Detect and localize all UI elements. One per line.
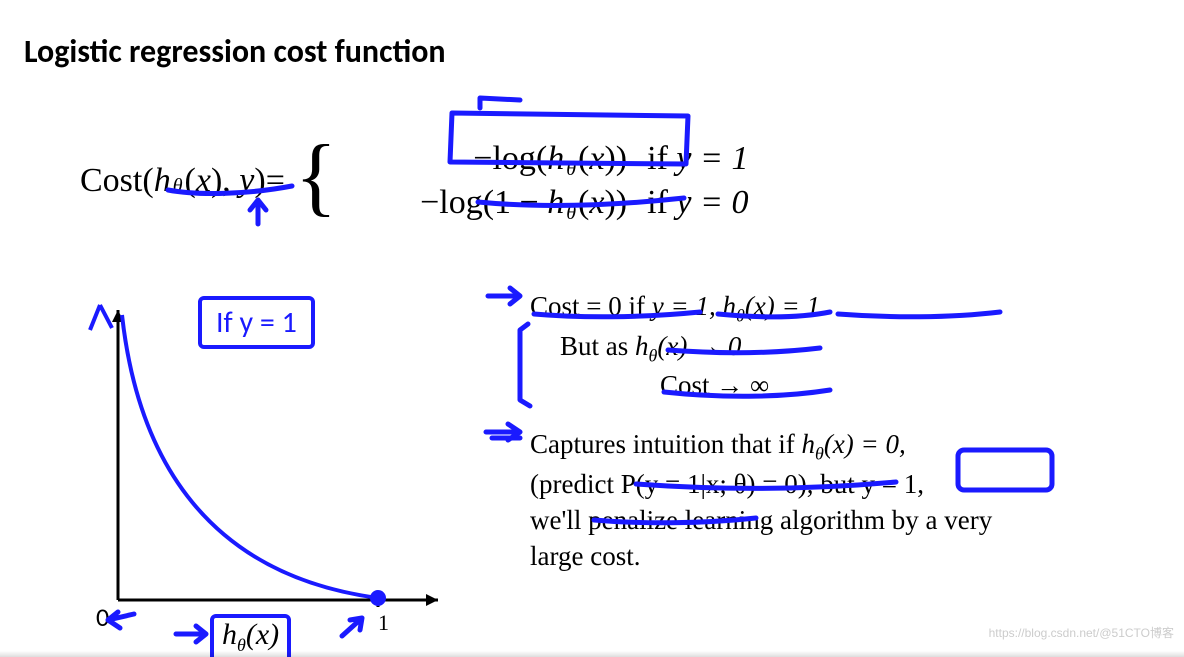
cost-formula: Cost ( h θ (x), y ) = { −log(hθ(x)) if y… xyxy=(80,130,748,231)
equals: = xyxy=(266,162,285,200)
case2-h: h xyxy=(547,184,564,221)
graph-max-label: 1 xyxy=(378,610,389,635)
case1-sub: θ xyxy=(566,158,576,180)
b2-l1a: Captures intuition that if xyxy=(530,429,801,459)
case2-x: x xyxy=(589,184,604,221)
case2-a: −log(1 − xyxy=(420,184,547,221)
b2-l1sub: θ xyxy=(815,443,824,463)
case1-h: h xyxy=(547,140,564,177)
b1-l2c: (x) → 0 xyxy=(657,331,741,361)
b2-l4: large cost. xyxy=(530,541,640,571)
case2-sub: θ xyxy=(566,202,576,224)
case1-x: x xyxy=(589,140,604,177)
b1-l2a: But as xyxy=(560,331,635,361)
slide: Logistic regression cost function Cost (… xyxy=(0,0,1184,657)
lhs-cost: Cost xyxy=(80,162,142,200)
slide-edge xyxy=(0,651,1184,657)
b2-l1b: h xyxy=(801,429,815,459)
b1-l1b: y = 1, xyxy=(652,291,723,321)
b1-l1d: (x) = 1 xyxy=(745,291,820,321)
page-title: Logistic regression cost function xyxy=(24,32,446,71)
lhs-sub: θ xyxy=(173,175,183,198)
b2-l1c: (x) = 0, xyxy=(824,429,906,459)
b2-l3: we'll penalize learning algorithm by a v… xyxy=(530,505,992,535)
explanation-text: Cost = 0 if y = 1, hθ(x) = 1 But as hθ(x… xyxy=(530,288,1150,597)
b1-l1c: h xyxy=(722,291,736,321)
watermark: https://blog.csdn.net/@51CTO博客 xyxy=(989,624,1174,641)
bullet-2: Captures intuition that if hθ(x) = 0, (p… xyxy=(530,426,1150,575)
b1-l2b: h xyxy=(635,331,649,361)
b2-l2: (predict P(y = 1|x; θ) = 0), but y = 1, xyxy=(530,469,924,499)
case1-d: )) xyxy=(604,140,627,177)
case1-if: if xyxy=(647,140,676,177)
lhs-y: y xyxy=(239,162,254,200)
bullet-1: Cost = 0 if y = 1, hθ(x) = 1 But as hθ(x… xyxy=(530,288,1150,404)
case2-cond: y = 0 xyxy=(676,184,748,221)
case2-if: if xyxy=(647,184,676,221)
cost-curve-graph: 0 1 xyxy=(78,270,448,640)
b1-l3: Cost → ∞ xyxy=(660,370,769,400)
b1-l1sub: θ xyxy=(736,305,745,325)
graph-origin-label: 0 xyxy=(96,601,109,633)
case1-cond: y = 1 xyxy=(676,140,748,177)
case1-a: −log( xyxy=(473,140,547,177)
brace-icon: { xyxy=(295,126,337,227)
lhs-x: x xyxy=(196,162,211,200)
b1-l1a: Cost = 0 if xyxy=(530,291,652,321)
lhs-h: h xyxy=(154,162,171,200)
case2-d: )) xyxy=(604,184,627,221)
